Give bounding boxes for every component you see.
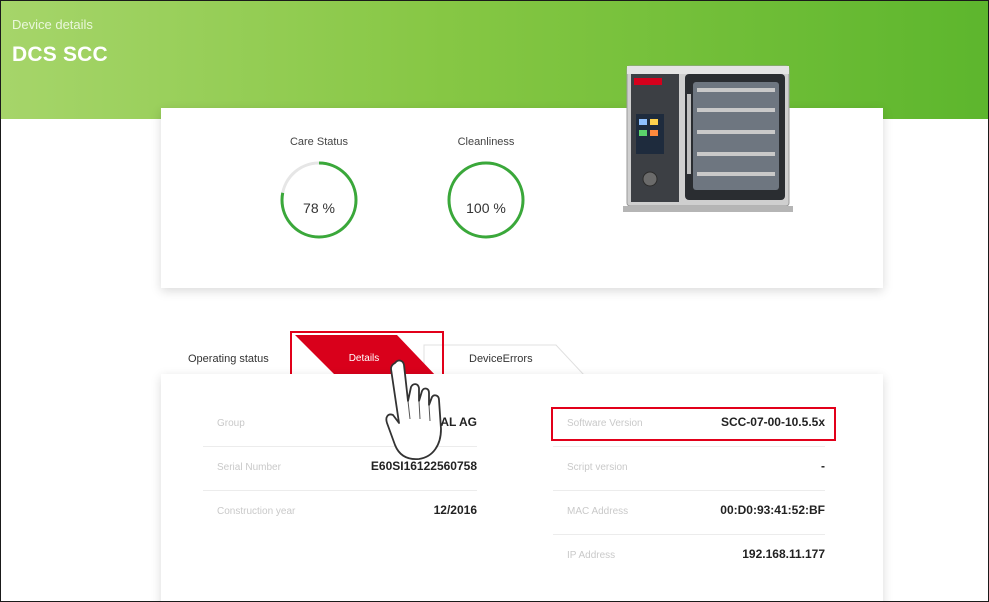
script-version-value: - [821,459,825,473]
care-status-label: Care Status [289,136,349,148]
page-title: DCS SCC [12,43,108,66]
mac-address-label: MAC Address [567,506,629,517]
ip-address-label: IP Address [567,550,616,561]
construction-year-label: Construction year [217,506,296,517]
serial-number-label: Serial Number [217,462,281,473]
script-version-label: Script version [567,462,628,473]
detail-row-construction-year: Construction year 12/2016 [203,490,477,534]
cleanliness-label: Cleanliness [457,136,515,148]
tab-device-errors[interactable]: DeviceErrors [469,353,533,365]
breadcrumb[interactable]: Device details [12,17,93,32]
group-label: Group [217,418,245,429]
detail-row-mac-address: MAC Address 00:D0:93:41:52:BF [553,490,825,535]
cleanliness-value: 100 % [466,200,506,216]
ip-address-value: 192.168.11.177 [742,547,825,561]
detail-row-script-version: Script version - [553,446,825,491]
header-banner: Device details DCS SCC [1,1,988,119]
appliance-image [623,65,793,212]
cleanliness-gauge: Cleanliness 100 % [426,136,546,239]
care-status-value: 78 % [303,200,335,216]
detail-row-ip-address: IP Address 192.168.11.177 [553,534,825,578]
device-details-screen: Device details DCS SCC Care Status 78 % … [0,0,989,602]
software-version-highlight [551,407,836,441]
construction-year-value: 12/2016 [433,503,477,517]
care-status-gauge: Care Status 78 % [259,136,379,239]
tab-operating-status[interactable]: Operating status [188,353,269,365]
mac-address-value: 00:D0:93:41:52:BF [720,503,825,517]
pointing-hand-icon [385,359,442,460]
